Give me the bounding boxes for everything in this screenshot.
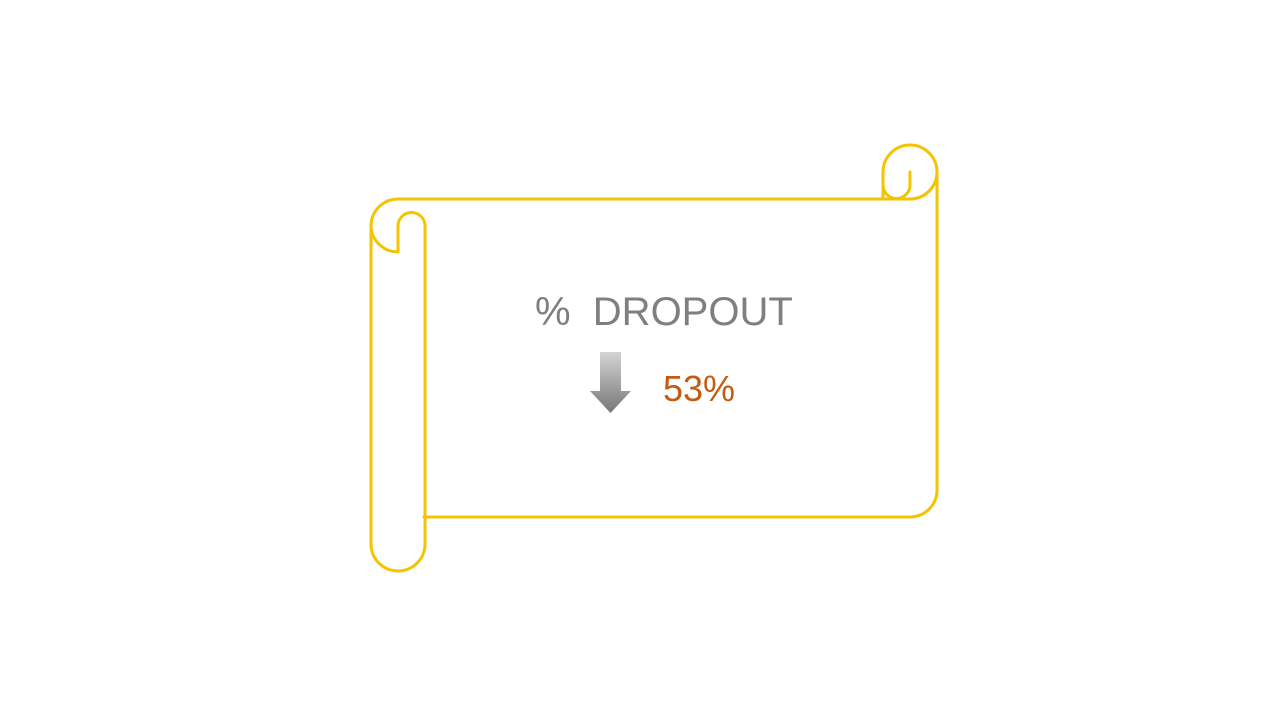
scroll-left-roll-outline bbox=[369, 197, 427, 573]
down-arrow-icon bbox=[590, 352, 631, 413]
dropout-percentage: 53% bbox=[663, 368, 736, 409]
scroll-right-curl-outline bbox=[881, 143, 939, 201]
scroll-sheet-outline bbox=[396, 170, 939, 519]
dropout-title: % DROPOUT bbox=[535, 290, 793, 334]
slide: % DROPOUT 53% bbox=[0, 0, 1265, 708]
